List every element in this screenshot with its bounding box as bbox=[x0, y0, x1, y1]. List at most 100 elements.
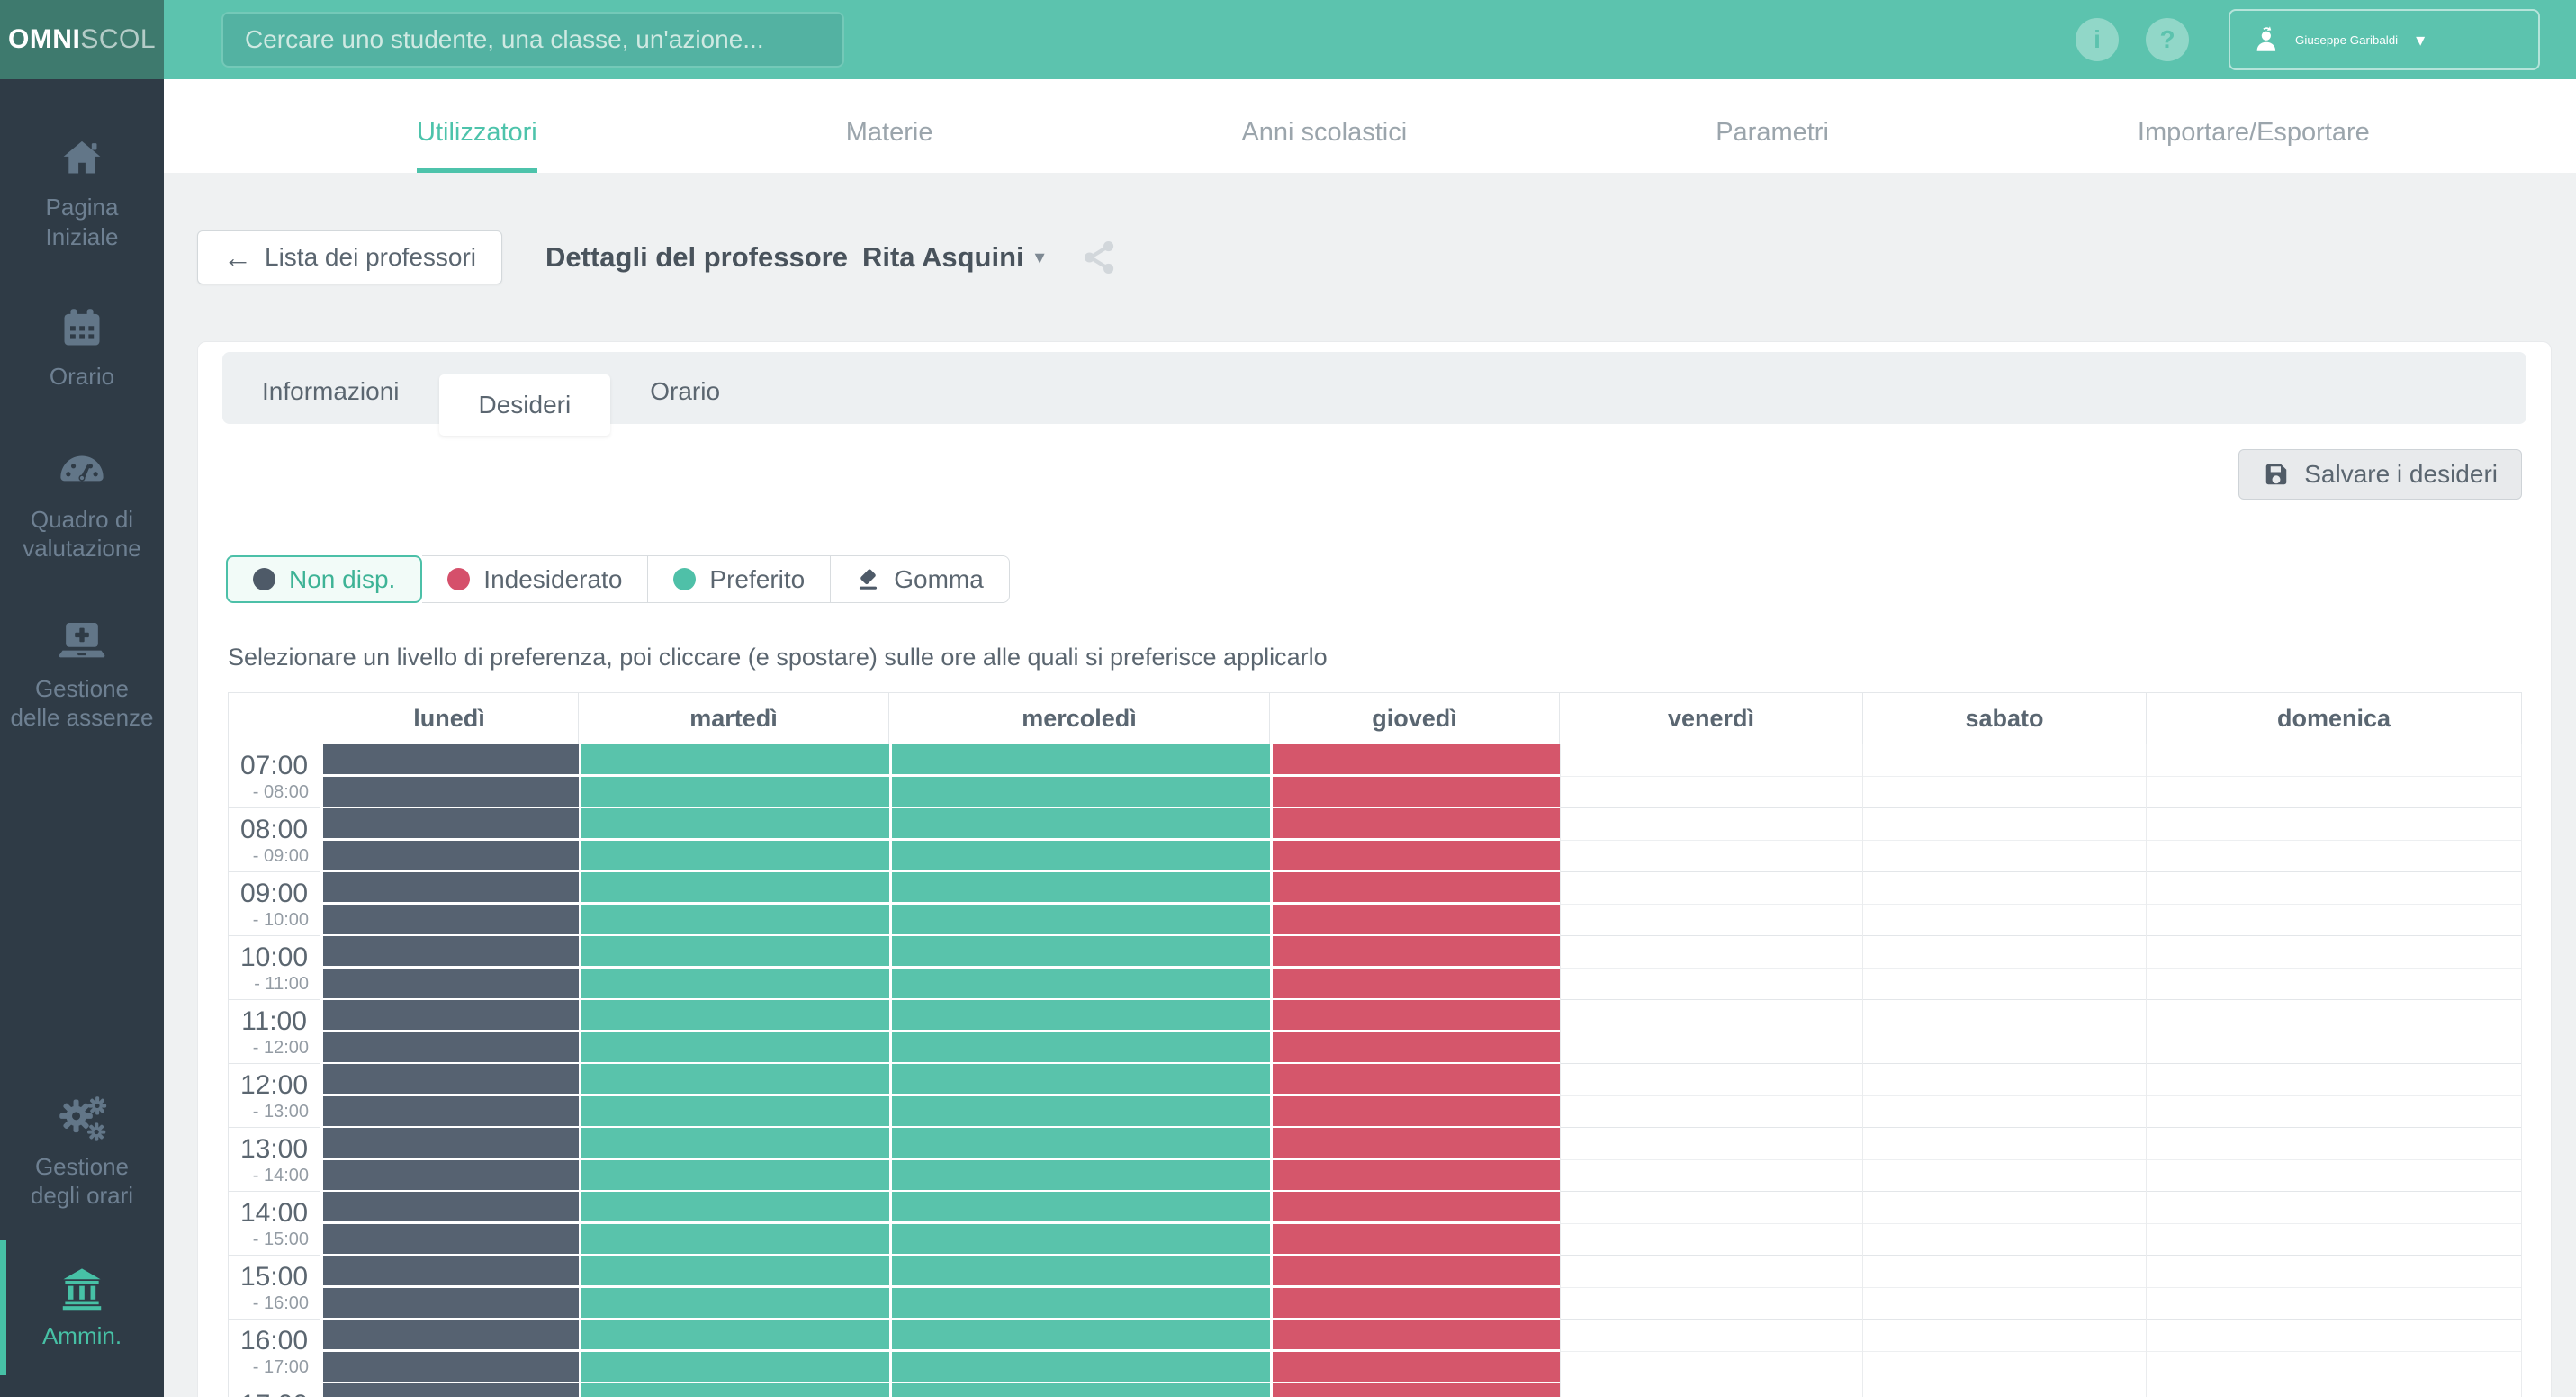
slot-cell[interactable] bbox=[320, 808, 579, 872]
slot-cell[interactable] bbox=[1863, 1064, 2147, 1128]
slot-cell[interactable] bbox=[320, 1256, 579, 1320]
slot-cell[interactable] bbox=[579, 808, 889, 872]
slot-cell[interactable] bbox=[889, 936, 1270, 1000]
slot-cell[interactable] bbox=[1863, 1256, 2147, 1320]
slot-cell[interactable] bbox=[2147, 936, 2522, 1000]
slot-cell[interactable] bbox=[2147, 744, 2522, 808]
slot-cell[interactable] bbox=[320, 1000, 579, 1064]
tool-indesiderato-button[interactable]: Indesiderato bbox=[422, 555, 648, 603]
sidebar-item-orario[interactable]: Orario bbox=[0, 304, 164, 392]
slot-cell[interactable] bbox=[2147, 1256, 2522, 1320]
slot-cell[interactable] bbox=[320, 1192, 579, 1256]
tool-non-disp-button[interactable]: Non disp. bbox=[226, 555, 422, 603]
slot-cell[interactable] bbox=[2147, 1383, 2522, 1397]
slot-cell[interactable] bbox=[1863, 1320, 2147, 1383]
search-input[interactable] bbox=[221, 12, 844, 68]
slot-cell[interactable] bbox=[320, 1064, 579, 1128]
slot-cell[interactable] bbox=[1863, 744, 2147, 808]
slot-cell[interactable] bbox=[579, 1383, 889, 1397]
share-icon[interactable] bbox=[1079, 237, 1121, 278]
tab-materie[interactable]: Materie bbox=[846, 79, 933, 173]
slot-cell[interactable] bbox=[1560, 744, 1863, 808]
slot-cell[interactable] bbox=[1270, 744, 1560, 808]
slot-cell[interactable] bbox=[2147, 1000, 2522, 1064]
save-wishes-button[interactable]: Salvare i desideri bbox=[2238, 449, 2522, 500]
sidebar-item-pagina-iniziale[interactable]: Pagina Iniziale bbox=[0, 135, 164, 251]
sidebar-item-ammin[interactable]: Ammin. bbox=[0, 1240, 164, 1376]
tab-parametri[interactable]: Parametri bbox=[1716, 79, 1829, 173]
chevron-down-icon[interactable]: ▾ bbox=[1035, 246, 1045, 269]
slot-cell[interactable] bbox=[1863, 1128, 2147, 1192]
slot-cell[interactable] bbox=[579, 1064, 889, 1128]
slot-cell[interactable] bbox=[579, 1256, 889, 1320]
slot-cell[interactable] bbox=[579, 1128, 889, 1192]
tab-anni-scolastici[interactable]: Anni scolastici bbox=[1241, 79, 1407, 173]
slot-cell[interactable] bbox=[579, 1192, 889, 1256]
slot-cell[interactable] bbox=[320, 872, 579, 936]
slot-cell[interactable] bbox=[1270, 1192, 1560, 1256]
slot-cell[interactable] bbox=[1560, 1128, 1863, 1192]
slot-cell[interactable] bbox=[889, 1000, 1270, 1064]
info-icon[interactable]: i bbox=[2076, 18, 2119, 61]
slot-cell[interactable] bbox=[2147, 808, 2522, 872]
slot-cell[interactable] bbox=[1560, 808, 1863, 872]
tab-orario[interactable]: Orario bbox=[610, 352, 760, 424]
slot-cell[interactable] bbox=[1270, 872, 1560, 936]
slot-cell[interactable] bbox=[889, 1128, 1270, 1192]
slot-cell[interactable] bbox=[2147, 1320, 2522, 1383]
tool-preferito-button[interactable]: Preferito bbox=[648, 555, 831, 603]
sidebar-item-gestione-degli-orari[interactable]: Gestione degli orari bbox=[0, 1095, 164, 1211]
help-icon[interactable]: ? bbox=[2146, 18, 2189, 61]
slot-cell[interactable] bbox=[1560, 936, 1863, 1000]
slot-cell[interactable] bbox=[1863, 936, 2147, 1000]
slot-cell[interactable] bbox=[1560, 1000, 1863, 1064]
slot-cell[interactable] bbox=[1863, 808, 2147, 872]
tool-gomma-button[interactable]: Gomma bbox=[831, 555, 1010, 603]
slot-cell[interactable] bbox=[1270, 1064, 1560, 1128]
tab-informazioni[interactable]: Informazioni bbox=[222, 352, 439, 424]
slot-cell[interactable] bbox=[1270, 1383, 1560, 1397]
slot-cell[interactable] bbox=[2147, 1192, 2522, 1256]
slot-cell[interactable] bbox=[1270, 1000, 1560, 1064]
slot-cell[interactable] bbox=[2147, 1064, 2522, 1128]
slot-cell[interactable] bbox=[1270, 808, 1560, 872]
slot-cell[interactable] bbox=[889, 1383, 1270, 1397]
slot-cell[interactable] bbox=[1560, 1320, 1863, 1383]
sidebar-item-gestione-delle-assenze[interactable]: Gestione delle assenze bbox=[0, 617, 164, 733]
slot-cell[interactable] bbox=[579, 744, 889, 808]
slot-cell[interactable] bbox=[889, 808, 1270, 872]
slot-cell[interactable] bbox=[1560, 1383, 1863, 1397]
slot-cell[interactable] bbox=[320, 1128, 579, 1192]
slot-cell[interactable] bbox=[1560, 872, 1863, 936]
professor-name[interactable]: Rita Asquini bbox=[862, 241, 1024, 274]
slot-cell[interactable] bbox=[1560, 1256, 1863, 1320]
slot-cell[interactable] bbox=[2147, 1128, 2522, 1192]
slot-cell[interactable] bbox=[1270, 1256, 1560, 1320]
slot-cell[interactable] bbox=[579, 1000, 889, 1064]
slot-cell[interactable] bbox=[320, 1383, 579, 1397]
slot-cell[interactable] bbox=[1270, 1320, 1560, 1383]
slot-cell[interactable] bbox=[1270, 1128, 1560, 1192]
tab-desideri[interactable]: Desideri bbox=[439, 374, 611, 436]
slot-cell[interactable] bbox=[889, 1256, 1270, 1320]
slot-cell[interactable] bbox=[1863, 1000, 2147, 1064]
slot-cell[interactable] bbox=[889, 1320, 1270, 1383]
slot-cell[interactable] bbox=[579, 872, 889, 936]
slot-cell[interactable] bbox=[579, 1320, 889, 1383]
slot-cell[interactable] bbox=[1863, 872, 2147, 936]
tab-utilizzatori[interactable]: Utilizzatori bbox=[417, 79, 537, 173]
sidebar-item-quadro-di-valutazione[interactable]: Quadro di valutazione bbox=[0, 447, 164, 563]
slot-cell[interactable] bbox=[2147, 872, 2522, 936]
slot-cell[interactable] bbox=[889, 1064, 1270, 1128]
tab-importare-esportare[interactable]: Importare/Esportare bbox=[2138, 79, 2370, 173]
slot-cell[interactable] bbox=[889, 872, 1270, 936]
slot-cell[interactable] bbox=[320, 936, 579, 1000]
slot-cell[interactable] bbox=[889, 744, 1270, 808]
slot-cell[interactable] bbox=[579, 936, 889, 1000]
slot-cell[interactable] bbox=[1560, 1064, 1863, 1128]
slot-cell[interactable] bbox=[889, 1192, 1270, 1256]
user-menu-button[interactable]: Giuseppe Garibaldi ▾ bbox=[2229, 9, 2540, 70]
slot-cell[interactable] bbox=[320, 1320, 579, 1383]
slot-cell[interactable] bbox=[1560, 1192, 1863, 1256]
back-to-professors-button[interactable]: ← Lista dei professori bbox=[197, 230, 502, 284]
